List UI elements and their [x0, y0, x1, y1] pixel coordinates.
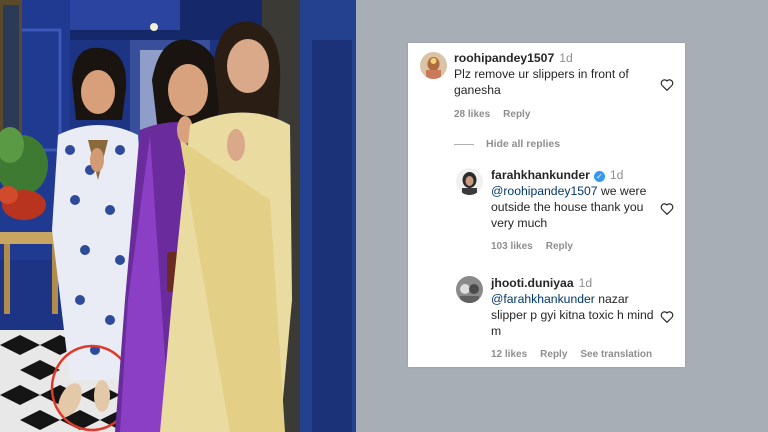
avatar-image	[456, 276, 483, 303]
comment-mention[interactable]: @farahkhankunder	[491, 292, 595, 306]
comments-panel: roohipandey1507 1d Plz remove ur slippers…	[408, 43, 685, 367]
heart-icon[interactable]	[660, 202, 674, 215]
hide-replies-button[interactable]: Hide all replies	[486, 138, 560, 150]
comment-body: jhooti.duniyaa 1d @farahkhankunder nazar …	[491, 275, 657, 339]
replies-divider	[454, 144, 474, 145]
comment-meta: 12 likes Reply See translation	[491, 349, 665, 360]
see-translation-button[interactable]: See translation	[580, 349, 652, 360]
comment-meta: 103 likes Reply	[491, 241, 586, 252]
heart-icon[interactable]	[660, 78, 674, 91]
comment-time[interactable]: 1d	[579, 276, 593, 290]
likes-count[interactable]: 103 likes	[491, 241, 533, 252]
reply-button[interactable]: Reply	[540, 349, 567, 360]
reply-button[interactable]: Reply	[503, 109, 530, 120]
comment-username[interactable]: farahkhankunder	[491, 168, 590, 182]
comment-mention[interactable]: @roohipandey1507	[491, 184, 598, 198]
heart-icon[interactable]	[660, 310, 674, 323]
comment-time[interactable]: 1d	[610, 168, 624, 182]
verified-badge-icon: ✓	[593, 171, 605, 182]
reply-button[interactable]: Reply	[546, 241, 573, 252]
likes-count[interactable]: 12 likes	[491, 349, 527, 360]
avatar[interactable]	[456, 276, 483, 303]
avatar[interactable]	[420, 52, 447, 79]
photo-illustration	[0, 0, 356, 432]
comment-body: farahkhankunder ✓ 1d @roohipandey1507 we w…	[491, 167, 663, 231]
comment-time[interactable]: 1d	[559, 51, 573, 65]
avatar[interactable]	[456, 168, 483, 195]
comment-username[interactable]: roohipandey1507	[454, 51, 554, 65]
comment-text: Plz remove ur slippers in front of ganes…	[454, 67, 629, 97]
likes-count[interactable]: 28 likes	[454, 109, 490, 120]
comment-username[interactable]: jhooti.duniyaa	[491, 276, 574, 290]
comment-body: roohipandey1507 1d Plz remove ur slippers…	[454, 50, 654, 98]
avatar-image	[420, 52, 447, 79]
avatar-image	[456, 168, 483, 195]
post-photo	[0, 0, 356, 432]
comment-meta: 28 likes Reply	[454, 109, 543, 120]
